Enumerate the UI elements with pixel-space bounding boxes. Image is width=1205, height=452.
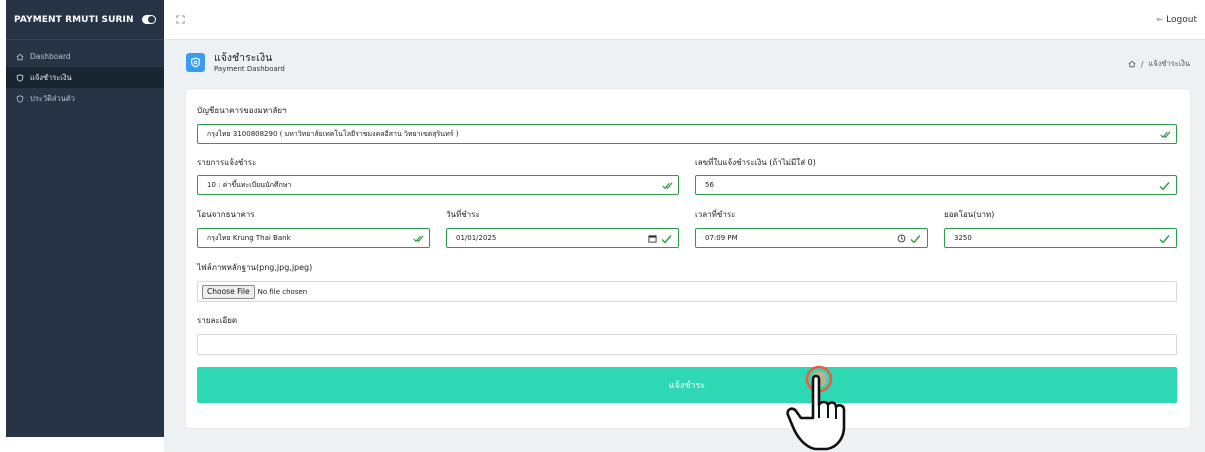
- sidebar-item-dashboard[interactable]: Dashboard: [6, 46, 164, 67]
- topbar: ⇤ Logout: [164, 0, 1205, 40]
- home-icon: [16, 53, 24, 60]
- from-bank-value: กรุงไทย Krung Thai Bank: [207, 233, 291, 242]
- logout-label: Logout: [1166, 14, 1197, 25]
- pay-date-input[interactable]: 01/01/2025: [446, 228, 679, 248]
- pay-date-label: วันที่ชำระ: [446, 210, 480, 219]
- pay-date-value: 01/01/2025: [456, 234, 497, 242]
- shield-icon: [16, 73, 24, 82]
- sidebar-item-label: แจ้งชำระเงิน: [30, 72, 72, 82]
- details-input[interactable]: [197, 334, 1177, 355]
- receipt-no-input[interactable]: 56: [695, 175, 1177, 195]
- submit-payment-button[interactable]: แจ้งชำระ: [197, 367, 1177, 403]
- brand-title: PAYMENT RMUTI SURIN: [14, 14, 134, 25]
- calendar-icon[interactable]: [648, 234, 657, 243]
- sidebar-item-label: Dashboard: [30, 52, 71, 61]
- file-status: No file chosen: [257, 287, 308, 296]
- sidebar-toggle-icon[interactable]: [142, 15, 156, 24]
- pay-time-label: เวลาที่ชำระ: [695, 210, 736, 219]
- page-subtitle: Payment Dashboard: [214, 64, 285, 73]
- home-icon[interactable]: [1128, 60, 1136, 68]
- sidebar: PAYMENT RMUTI SURIN Dashboard แจ้งชำระเง…: [6, 0, 164, 437]
- double-check-icon: [413, 235, 424, 243]
- sidebar-item-payment[interactable]: แจ้งชำระเงิน: [6, 67, 164, 88]
- from-bank-label: โอนจากธนาคาร: [197, 210, 255, 219]
- bank-account-select[interactable]: กรุงไทย 3100808290 ( มหาวิทยาลัยเทคโนโลย…: [197, 124, 1177, 144]
- amount-input[interactable]: 3250: [944, 228, 1177, 248]
- sidebar-item-label: ประวัติส่วนตัว: [30, 93, 75, 103]
- receipt-no-label: เลขที่ใบแจ้งชำระเงิน (ถ้าไม่มีใส่ 0): [695, 158, 816, 167]
- amount-value: 3250: [954, 234, 972, 242]
- check-icon: [661, 235, 672, 244]
- main-area: ⇤ Logout แจ้งชำระเงิน Payment Dashboard …: [164, 0, 1205, 452]
- check-icon: [1159, 235, 1170, 244]
- pointer-hand-icon: [786, 365, 846, 451]
- check-icon: [1159, 182, 1170, 191]
- bank-account-value: กรุงไทย 3100808290 ( มหาวิทยาลัยเทคโนโลย…: [207, 129, 459, 138]
- fullscreen-icon[interactable]: [176, 15, 185, 24]
- choose-file-button[interactable]: Choose File: [202, 284, 255, 299]
- sidebar-item-profile[interactable]: ประวัติส่วนตัว: [6, 88, 164, 109]
- payment-form-card: บัญชีธนาคารของมหาลัยฯ กรุงไทย 3100808290…: [186, 89, 1190, 428]
- payment-item-label: รายการแจ้งชำระ: [197, 158, 257, 167]
- pay-time-value: 07:09 PM: [705, 234, 738, 242]
- breadcrumb-separator: /: [1140, 59, 1144, 69]
- sidebar-header: PAYMENT RMUTI SURIN: [6, 0, 164, 40]
- evidence-file-label: ไฟล์ภาพหลักฐาน(png,jpg,jpeg): [197, 263, 313, 272]
- double-check-icon: [1160, 131, 1171, 139]
- from-bank-select[interactable]: กรุงไทย Krung Thai Bank: [197, 228, 430, 248]
- breadcrumb-current: แจ้งชำระเงิน: [1148, 59, 1190, 68]
- logout-link[interactable]: ⇤ Logout: [1156, 15, 1197, 25]
- receipt-no-value: 56: [705, 181, 714, 189]
- check-icon: [910, 235, 921, 244]
- payment-item-select[interactable]: 10 : ค่าขึ้นทะเบียนนักศึกษา: [197, 175, 679, 195]
- evidence-file-input[interactable]: Choose File No file chosen: [197, 281, 1177, 302]
- logout-icon: ⇤: [1156, 15, 1164, 24]
- submit-label: แจ้งชำระ: [668, 381, 706, 391]
- details-label: รายละเอียด: [197, 316, 238, 325]
- amount-label: ยอดโอน(บาท): [944, 210, 995, 219]
- page-title: แจ้งชำระเงิน: [214, 52, 273, 65]
- breadcrumb: / แจ้งชำระเงิน: [1128, 58, 1190, 70]
- shield-icon: [191, 57, 200, 68]
- clock-icon[interactable]: [897, 234, 906, 243]
- payment-item-value: 10 : ค่าขึ้นทะเบียนนักศึกษา: [207, 180, 292, 189]
- page-header: แจ้งชำระเงิน Payment Dashboard / แจ้งชำร…: [186, 45, 1190, 80]
- bank-account-label: บัญชีธนาคารของมหาลัยฯ: [197, 106, 287, 115]
- page-header-icon: [186, 53, 205, 72]
- shield-icon: [16, 94, 24, 103]
- double-check-icon: [662, 182, 673, 190]
- pay-time-input[interactable]: 07:09 PM: [695, 228, 928, 248]
